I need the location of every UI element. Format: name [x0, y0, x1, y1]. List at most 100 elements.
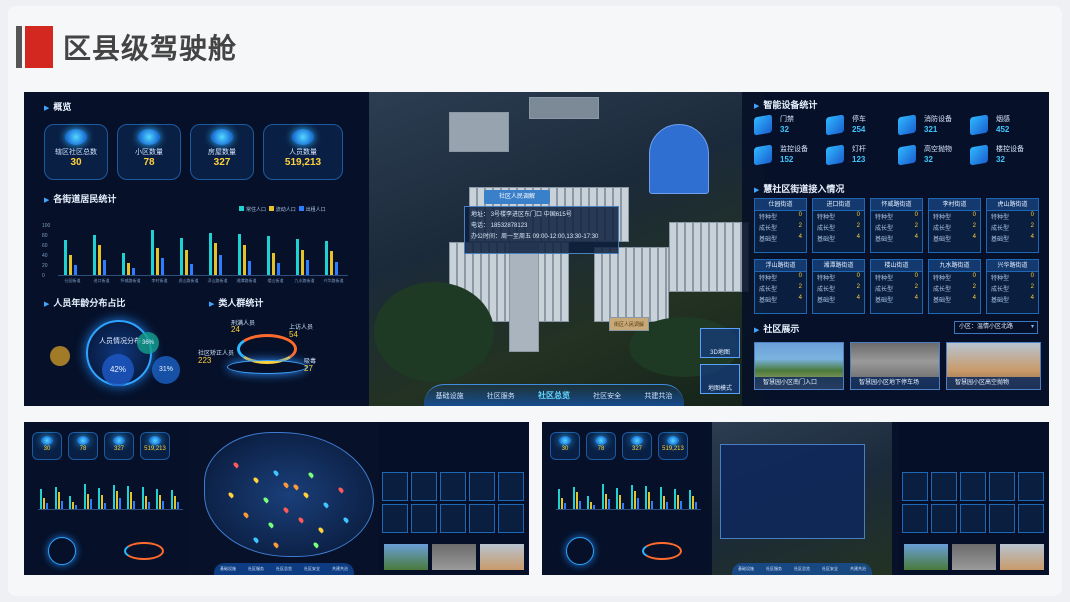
street-row-label: 特种型	[759, 215, 778, 221]
nav-infrastructure[interactable]: 基础设施	[436, 391, 464, 401]
y-tick-label: 0	[42, 273, 45, 279]
thumb-chart-bar	[677, 495, 679, 509]
thumb-chart-bar	[630, 485, 633, 509]
nav-community-overview[interactable]: 社区总览	[538, 390, 570, 401]
street-name: 湘潭路街道	[813, 260, 864, 272]
thumb-stat: 30	[550, 432, 580, 460]
street-card[interactable]: 怀威路街道 特种型 0 成长型 2 基础型 4	[870, 198, 923, 253]
street-row-value: 4	[798, 295, 802, 301]
street-row-label: 基础型	[817, 298, 836, 304]
device-stat: 门禁 32	[754, 114, 824, 140]
thumb-street-card	[411, 472, 437, 501]
street-card[interactable]: 楼山街道 特种型 0 成长型 2 基础型 4	[870, 259, 923, 314]
device-value: 254	[852, 125, 866, 134]
popup-phone-label: 电话：	[471, 223, 490, 229]
street-card[interactable]: 湘潭路街道 特种型 0 成长型 2 基础型 4	[812, 259, 865, 314]
street-row-value: 0	[856, 212, 860, 218]
nav-community-security[interactable]: 社区安全	[593, 391, 621, 401]
thumb-stat-value: 327	[631, 446, 642, 452]
page-title: 区县级驾驶舱	[63, 33, 238, 64]
thumb-street-card	[1018, 472, 1044, 501]
chart-bar	[93, 235, 96, 275]
street-card[interactable]: 进口街道 特种型 0 成长型 2 基础型 4	[812, 198, 865, 253]
thumb-nav-item[interactable]: 社区服务	[248, 566, 264, 572]
dashboard-thumbnail-devices: 30 78 327 519,213 基础设施 社区服务 社区总览 社区安全 共建…	[542, 422, 1049, 575]
legend-swatch	[298, 206, 304, 211]
thumb-chart-bar	[674, 488, 676, 509]
thumb-bar-chart	[556, 482, 701, 510]
street-card[interactable]: 仕园街道 特种型 0 成长型 2 基础型 4	[754, 198, 807, 253]
thumb-chart-bar	[590, 502, 592, 509]
groups-title: 类人群统计	[209, 296, 263, 309]
street-row-label: 特种型	[933, 215, 952, 221]
street-row-value: 2	[856, 284, 860, 290]
community-photo[interactable]: 智慧园小区高空抛物	[946, 342, 1041, 390]
nav-community-service[interactable]: 社区服务	[487, 391, 515, 401]
street-row: 特种型 0	[755, 272, 806, 283]
residents-title: 各街道居民统计	[44, 192, 116, 205]
street-row-value: 4	[972, 234, 976, 240]
thumb-chart-bar	[57, 492, 60, 509]
street-row: 基础型 4	[987, 233, 1038, 244]
y-tick-label: 40	[42, 253, 48, 259]
street-name: 怀威路街道	[871, 199, 922, 211]
device-stat: 监控设备 152	[754, 144, 824, 170]
page-title-bar: 区县级驾驶舱	[16, 26, 237, 68]
street-card[interactable]: 虎山路街道 特种型 0 成长型 2 基础型 4	[986, 198, 1039, 253]
map-mode-button[interactable]: 地图模式	[700, 364, 740, 394]
thumb-chart-bar	[159, 495, 161, 509]
community-photo[interactable]: 智慧园小区南门入口	[754, 342, 844, 390]
thumb-nav-item[interactable]: 社区安全	[304, 566, 320, 572]
overview-title: 概览	[44, 100, 71, 113]
community-photo[interactable]: 智慧园小区地下停车场	[850, 342, 940, 390]
thumb-age-ring	[566, 537, 594, 565]
street-row: 成长型 2	[871, 222, 922, 233]
thumb-nav-item[interactable]: 共建共治	[850, 566, 866, 572]
parking-icon	[826, 114, 844, 136]
thumb-stat: 78	[68, 432, 98, 460]
thumb-nav-item[interactable]: 共建共治	[332, 566, 348, 572]
estate-select[interactable]: 小区：温情小区北路 ▾	[954, 321, 1038, 334]
thumb-chart-bar	[69, 496, 71, 509]
street-row-value: 4	[1030, 295, 1034, 301]
thumb-nav-item[interactable]: 基础设施	[738, 566, 754, 572]
device-value: 152	[780, 155, 794, 164]
thumb-stat-value: 30	[561, 446, 569, 452]
thumb-chart-bar	[54, 486, 57, 509]
street-row: 特种型 0	[929, 272, 980, 283]
building	[449, 112, 509, 152]
popup-title: 社区人民调解	[484, 190, 550, 204]
thumb-nav: 基础设施 社区服务 社区总览 社区安全 共建共治	[732, 563, 872, 575]
street-card[interactable]: 李村街道 特种型 0 成长型 2 基础型 4	[928, 198, 981, 253]
street-row-value: 0	[972, 212, 976, 218]
x-tick-label: 进口街道	[93, 278, 110, 283]
thumb-chart-bar	[572, 486, 575, 509]
street-row-label: 基础型	[991, 298, 1010, 304]
thumb-stat: 327	[622, 432, 652, 460]
nav-co-governance[interactable]: 共建共治	[644, 391, 672, 401]
camera-icon	[754, 144, 772, 166]
chart-bar	[98, 245, 101, 275]
street-row: 成长型 2	[871, 283, 922, 294]
street-card[interactable]: 九水路街道 特种型 0 成长型 2 基础型 4	[928, 259, 981, 314]
street-row: 特种型 0	[813, 211, 864, 222]
blue-dome-building	[649, 124, 709, 194]
street-card[interactable]: 兴华路街道 特种型 0 成长型 2 基础型 4	[986, 259, 1039, 314]
thumb-photo	[384, 544, 428, 570]
thumb-nav-item[interactable]: 社区总览	[794, 566, 810, 572]
legend-label: 出租人口	[305, 207, 326, 213]
street-row-value: 4	[914, 234, 918, 240]
stat-value: 78	[143, 157, 155, 168]
map-3d-button[interactable]: 3D地图	[700, 328, 740, 358]
y-tick-label: 80	[42, 233, 48, 239]
chart-bar	[190, 264, 193, 275]
thumb-nav-item[interactable]: 社区服务	[766, 566, 782, 572]
thumb-nav-item[interactable]: 社区安全	[822, 566, 838, 572]
thumb-nav-item[interactable]: 社区总览	[276, 566, 292, 572]
street-card[interactable]: 浮山路街道 特种型 0 成长型 2 基础型 4	[754, 259, 807, 314]
stat-value: 327	[213, 157, 231, 168]
street-row-value: 0	[1030, 212, 1034, 218]
street-row-label: 成长型	[817, 226, 836, 232]
street-name: 兴华路街道	[987, 260, 1038, 272]
thumb-nav-item[interactable]: 基础设施	[220, 566, 236, 572]
